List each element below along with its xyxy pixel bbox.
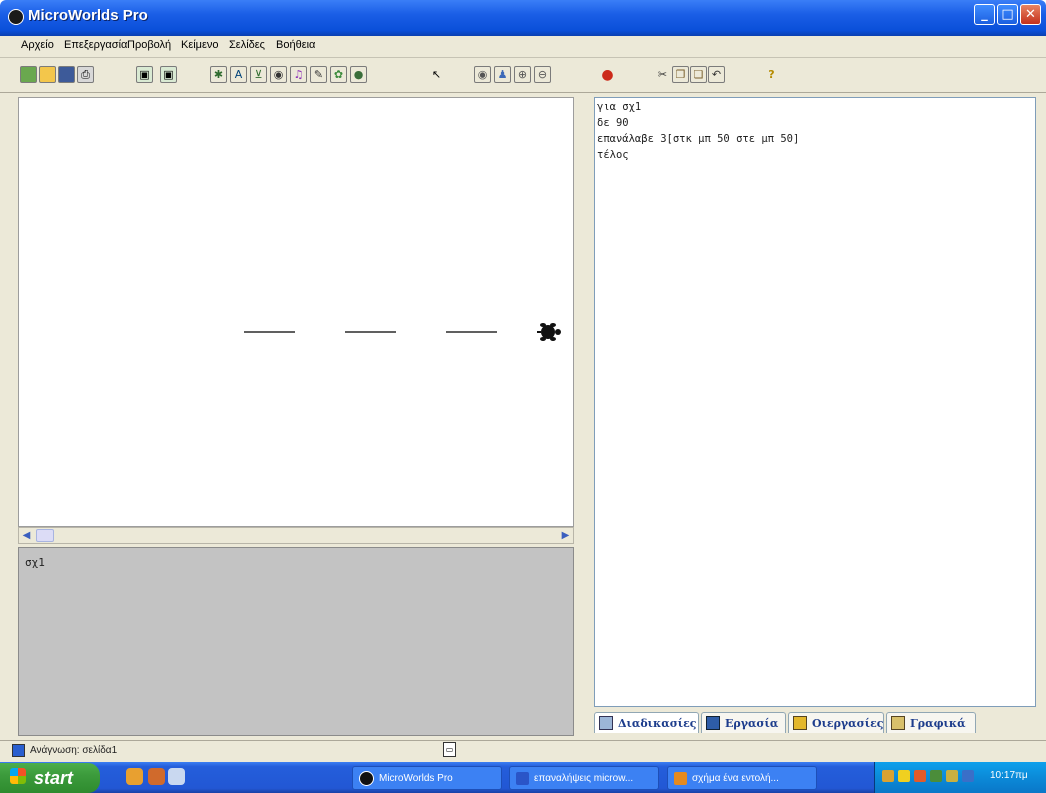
paint-icon[interactable]: ✎ [310,66,327,83]
tab-label: Εργασία [725,716,779,730]
tab-procedures[interactable]: Διαδικασίες [594,712,699,733]
quicklaunch-media-icon[interactable] [148,768,165,785]
menu-edit[interactable]: Επεξεργασία [64,39,127,51]
procedures-editor[interactable] [594,97,1036,707]
copy-icon[interactable]: ❐ [672,66,689,83]
processes-tab-icon [793,716,807,730]
tray-icon[interactable] [962,770,974,782]
menu-file[interactable]: Αρχείο [21,39,54,51]
shapes-icon[interactable]: ✿ [330,66,347,83]
menu-help[interactable]: Βοήθεια [276,39,315,51]
window-title: MicroWorlds Pro [28,7,148,24]
zoom-out-icon[interactable]: ⊖ [534,66,551,83]
code-line: επανάλαβε 3[στκ μπ 50 στε μπ 50] [597,133,800,145]
scroll-left-icon[interactable]: ◀ [19,528,34,543]
horizontal-scrollbar[interactable] [18,527,574,544]
document-icon [674,771,687,785]
tray-icon[interactable] [882,770,894,782]
help-icon[interactable]: ? [763,66,780,83]
tray-icon[interactable] [898,770,910,782]
scroll-thumb[interactable] [36,529,54,542]
command-text: σχ1 [25,556,45,569]
graphics-pane[interactable] [18,97,574,527]
save-icon[interactable] [58,66,75,83]
page-icon[interactable]: ▭ [443,742,456,757]
status-text: Ανάγνωση: σελίδα1 [30,745,118,756]
status-bar [0,740,1046,763]
pages-icon[interactable]: ▣ [136,66,153,83]
eye-icon[interactable]: ◉ [474,66,491,83]
graphics-tab-icon [891,716,905,730]
clock: 10:17πμ [990,770,1028,781]
quicklaunch-ie-icon[interactable] [126,768,143,785]
print-icon[interactable]: ⎙ [77,66,94,83]
code-line: τέλος [597,149,629,161]
turtle-shapes-icon[interactable]: ● [350,66,367,83]
taskbar-button-label: επαναλήψεις microw... [534,772,634,784]
tab-project[interactable]: Εργασία [701,712,786,733]
minimize-icon: _ [981,7,988,22]
taskbar-button-word-doc-2[interactable]: σχήμα ένα εντολή... [667,766,817,790]
windows-logo-icon [10,768,26,784]
project-tab-icon [706,716,720,730]
tab-label: Γραφικά [910,716,966,730]
zoom-in-icon[interactable]: ⊕ [514,66,531,83]
close-icon: ✕ [1025,7,1036,22]
quicklaunch-desktop-icon[interactable] [168,768,185,785]
app-icon [8,9,24,25]
stop-all-icon[interactable]: ● [599,66,616,83]
taskbar-button-word-doc-1[interactable]: επαναλήψεις microw... [509,766,659,790]
button-tool-icon[interactable]: ⊻ [250,66,267,83]
pointer-icon[interactable]: ↖ [428,66,445,83]
title-bar[interactable] [0,0,1046,36]
tab-label: Οιεργασίες [812,716,884,730]
pane-splitter[interactable] [574,97,594,736]
menu-view[interactable]: Προβολή [127,39,171,51]
undo-icon[interactable]: ↶ [708,66,725,83]
open-project-icon[interactable] [39,66,56,83]
turtle-icon[interactable] [537,323,561,341]
page-status-icon [12,744,25,757]
tab-label: Διαδικασίες [618,716,697,730]
tray-icon[interactable] [914,770,926,782]
command-center[interactable] [18,547,574,736]
menu-text[interactable]: Κείμενο [181,39,219,51]
stamp-icon[interactable]: ♟ [494,66,511,83]
music-icon[interactable]: ♫ [290,66,307,83]
close-button[interactable]: ✕ [1020,4,1041,25]
code-line: δε 90 [597,117,629,129]
maximize-icon: □ [1001,7,1014,22]
word-icon [516,771,529,785]
taskbar-button-label: σχήμα ένα εντολή... [692,772,779,784]
code-line: για σχ1 [597,101,642,113]
cut-icon[interactable]: ✂ [654,66,671,83]
menu-pages[interactable]: Σελίδες [229,39,265,51]
procedures-tab-icon [599,716,613,730]
text-box-icon[interactable]: A [230,66,247,83]
paste-icon[interactable]: ❏ [690,66,707,83]
tray-icon[interactable] [946,770,958,782]
start-label: start [34,768,74,788]
tab-processes[interactable]: Οιεργασίες [788,712,884,733]
new-project-icon[interactable] [20,66,37,83]
microworlds-icon [359,770,374,786]
tray-icon[interactable] [930,770,942,782]
taskbar-button-label: MicroWorlds Pro [379,772,453,784]
drawing-canvas [244,323,561,341]
tab-graphics[interactable]: Γραφικά [886,712,976,733]
scroll-right-icon[interactable]: ▶ [558,528,573,543]
maximize-button[interactable]: □ [997,4,1018,25]
graphics-view-icon[interactable]: ▣ [160,66,177,83]
minimize-button[interactable]: _ [974,4,995,25]
slider-tool-icon[interactable]: ◉ [270,66,287,83]
taskbar-button-microworlds[interactable]: MicroWorlds Pro [352,766,502,790]
hatch-turtle-icon[interactable]: ✱ [210,66,227,83]
